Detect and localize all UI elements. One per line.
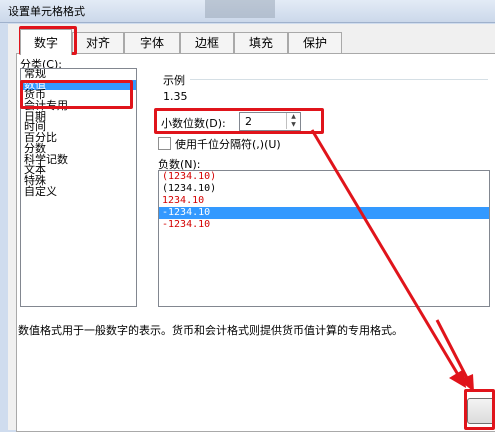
highlight-decimal-places xyxy=(154,108,324,134)
tab-font[interactable]: 字体 xyxy=(124,32,180,54)
title-bar: 设置单元格格式 xyxy=(0,0,495,23)
negative-format-item[interactable]: (1234.10) xyxy=(159,171,489,183)
window-title: 设置单元格格式 xyxy=(8,5,85,18)
thousands-separator-checkbox[interactable] xyxy=(158,137,171,150)
negative-format-item[interactable]: -1234.10 xyxy=(159,219,489,231)
category-item[interactable]: 自定义 xyxy=(21,186,136,198)
negative-format-item-selected[interactable]: -1234.10 xyxy=(159,207,489,219)
sample-value: 1.35 xyxy=(163,90,188,103)
highlight-ok-button xyxy=(464,389,495,430)
format-description: 数值格式用于一般数字的表示。货币和会计格式则提供货币值计算的专用格式。 xyxy=(18,324,403,337)
negative-format-item[interactable]: (1234.10) xyxy=(159,183,489,195)
negative-numbers-list[interactable]: (1234.10) (1234.10) 1234.10 -1234.10 -12… xyxy=(158,170,490,307)
tab-border[interactable]: 边框 xyxy=(180,32,234,54)
thousands-separator-label[interactable]: 使用千位分隔符(,)(U) xyxy=(175,136,281,152)
sample-label: 示例 xyxy=(163,74,185,87)
tab-alignment[interactable]: 对齐 xyxy=(72,32,124,54)
highlight-number-category xyxy=(20,80,133,109)
sample-divider xyxy=(190,79,488,80)
tab-fill[interactable]: 填充 xyxy=(234,32,288,54)
negative-format-item[interactable]: 1234.10 xyxy=(159,195,489,207)
tab-number[interactable]: 数字 xyxy=(20,29,72,55)
title-bar-blur xyxy=(205,0,275,18)
tab-protection[interactable]: 保护 xyxy=(288,32,342,54)
